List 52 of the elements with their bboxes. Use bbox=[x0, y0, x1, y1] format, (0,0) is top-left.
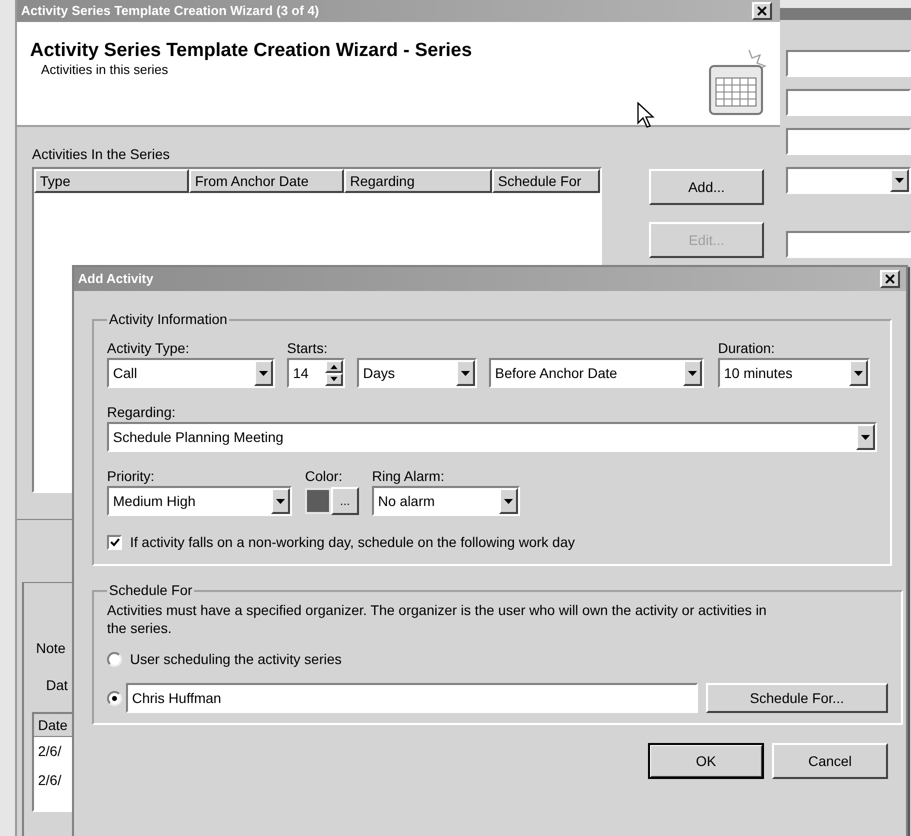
column-header[interactable]: Schedule For bbox=[492, 169, 600, 193]
add-button[interactable]: Add... bbox=[649, 169, 764, 205]
dropdown[interactable]: 10 minutes bbox=[718, 358, 870, 388]
cancel-button[interactable]: Cancel bbox=[772, 743, 888, 779]
field-label: Priority: bbox=[107, 467, 156, 486]
description-text: Activities must have a specified organizer. The organizer is the user who will own the activity or activities in the series. bbox=[107, 601, 768, 637]
dropdown[interactable]: Medium High bbox=[107, 486, 292, 516]
color-picker-button[interactable]: ... bbox=[331, 487, 359, 515]
text-field[interactable] bbox=[786, 50, 911, 77]
color-swatch[interactable] bbox=[305, 488, 331, 514]
organizer-field[interactable]: Chris Huffman bbox=[126, 683, 698, 713]
close-icon[interactable] bbox=[752, 2, 772, 20]
tab-label[interactable]: Note bbox=[32, 640, 66, 656]
radio-button[interactable] bbox=[107, 652, 122, 666]
checkbox-label: If activity falls on a non-working day, schedule on the following work day bbox=[130, 533, 575, 552]
table-cell-text: 2/6/ bbox=[37, 771, 62, 790]
text-field[interactable] bbox=[786, 231, 911, 258]
list-label: Activities In the Series bbox=[32, 146, 170, 162]
dropdown[interactable]: Before Anchor Date bbox=[489, 358, 704, 388]
text-field[interactable] bbox=[786, 89, 911, 116]
dialog-title: Add Activity bbox=[78, 270, 154, 288]
dropdown[interactable]: Call bbox=[107, 358, 275, 388]
field-label: Regarding: bbox=[107, 403, 176, 422]
column-header[interactable]: From Anchor Date bbox=[189, 169, 344, 193]
field-label: Activity Type: bbox=[107, 339, 190, 358]
close-icon[interactable] bbox=[880, 270, 900, 288]
spinner-arrows-icon[interactable] bbox=[325, 360, 343, 386]
wizard-subheading: Activities in this series bbox=[40, 62, 170, 78]
window-title: Activity Series Template Creation Wizard (3 of 4) bbox=[21, 2, 319, 20]
field-label: Duration: bbox=[718, 339, 776, 358]
radio-button[interactable] bbox=[107, 690, 122, 706]
dropdown[interactable]: No alarm bbox=[372, 486, 520, 516]
column-header[interactable]: Regarding bbox=[344, 169, 492, 193]
date-button[interactable]: Dat bbox=[42, 677, 68, 693]
checkbox[interactable] bbox=[107, 534, 122, 550]
ok-button[interactable]: OK bbox=[648, 743, 764, 779]
field-label: Starts: bbox=[287, 339, 328, 358]
field-label: Color: bbox=[305, 467, 344, 486]
text-field[interactable] bbox=[786, 128, 911, 155]
dropdown[interactable]: Days bbox=[357, 358, 477, 388]
group-label: Activity Information bbox=[108, 310, 228, 329]
number-spinner[interactable]: 14 bbox=[287, 358, 345, 388]
wizard-heading: Activity Series Template Creation Wizard - Series bbox=[30, 40, 473, 62]
calendar-icon bbox=[707, 48, 767, 118]
dropdown[interactable]: Schedule Planning Meeting bbox=[107, 422, 877, 452]
schedule-for-button[interactable]: Schedule For... bbox=[706, 683, 888, 713]
dropdown[interactable] bbox=[786, 167, 911, 194]
table-cell-text: 2/6/ bbox=[37, 742, 62, 761]
column-header[interactable]: Type bbox=[34, 169, 189, 193]
group-label: Schedule For bbox=[108, 581, 194, 600]
field-label: Ring Alarm: bbox=[372, 467, 446, 486]
radio-label: User scheduling the activity series bbox=[130, 650, 342, 669]
